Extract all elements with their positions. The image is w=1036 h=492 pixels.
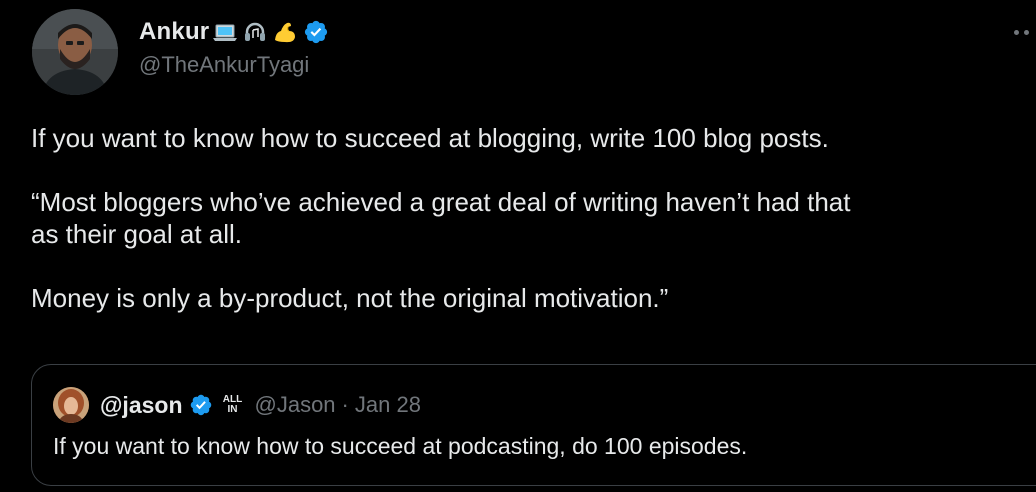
flexed-biceps-emoji-icon — [271, 18, 299, 46]
quoted-text: If you want to know how to succeed at po… — [53, 433, 748, 459]
quoted-tweet[interactable]: @jason ALL IN @Jason · Jan 28 If you wan… — [31, 364, 1036, 486]
quoted-handle[interactable]: @Jason — [255, 392, 336, 418]
quoted-separator: · — [341, 392, 349, 417]
author-avatar[interactable] — [32, 9, 118, 95]
quoted-author-avatar[interactable] — [53, 387, 89, 423]
laptop-emoji-icon — [211, 18, 239, 46]
quoted-date[interactable]: Jan 28 — [355, 392, 421, 418]
tweet-body-line: If you want to know how to succeed at bl… — [31, 123, 829, 153]
tweet-body-line: Money is only a by-product, not the orig… — [31, 283, 669, 313]
more-dot — [1024, 29, 1029, 35]
tweet-body-line: as their goal at all. — [31, 219, 243, 249]
tweet-body: If you want to know how to succeed at bl… — [31, 122, 1036, 314]
more-options-icon[interactable] — [1014, 22, 1036, 42]
affiliate-badge[interactable]: ALL IN — [221, 392, 245, 418]
author-name-row: Ankur — [139, 14, 329, 50]
tweet-body-line: “Most bloggers who’ve achieved a great d… — [31, 187, 851, 217]
headphones-emoji-icon — [241, 18, 269, 46]
author-avatar-image — [32, 9, 118, 95]
author-display-name[interactable]: Ankur — [139, 18, 209, 46]
more-dot — [1014, 29, 1019, 35]
quoted-author-avatar-image — [53, 387, 89, 423]
verified-badge-icon — [189, 393, 213, 417]
verified-badge-icon — [303, 19, 329, 45]
quoted-display-name[interactable]: @jason — [100, 392, 183, 419]
author-handle[interactable]: @TheAnkurTyagi — [139, 52, 309, 78]
affiliate-badge-bottom: IN — [227, 404, 238, 415]
quoted-header: @jason ALL IN @Jason · Jan 28 — [100, 387, 421, 423]
tweet-card: Ankur @TheAnkurTyagi If you want to know… — [0, 0, 1036, 492]
